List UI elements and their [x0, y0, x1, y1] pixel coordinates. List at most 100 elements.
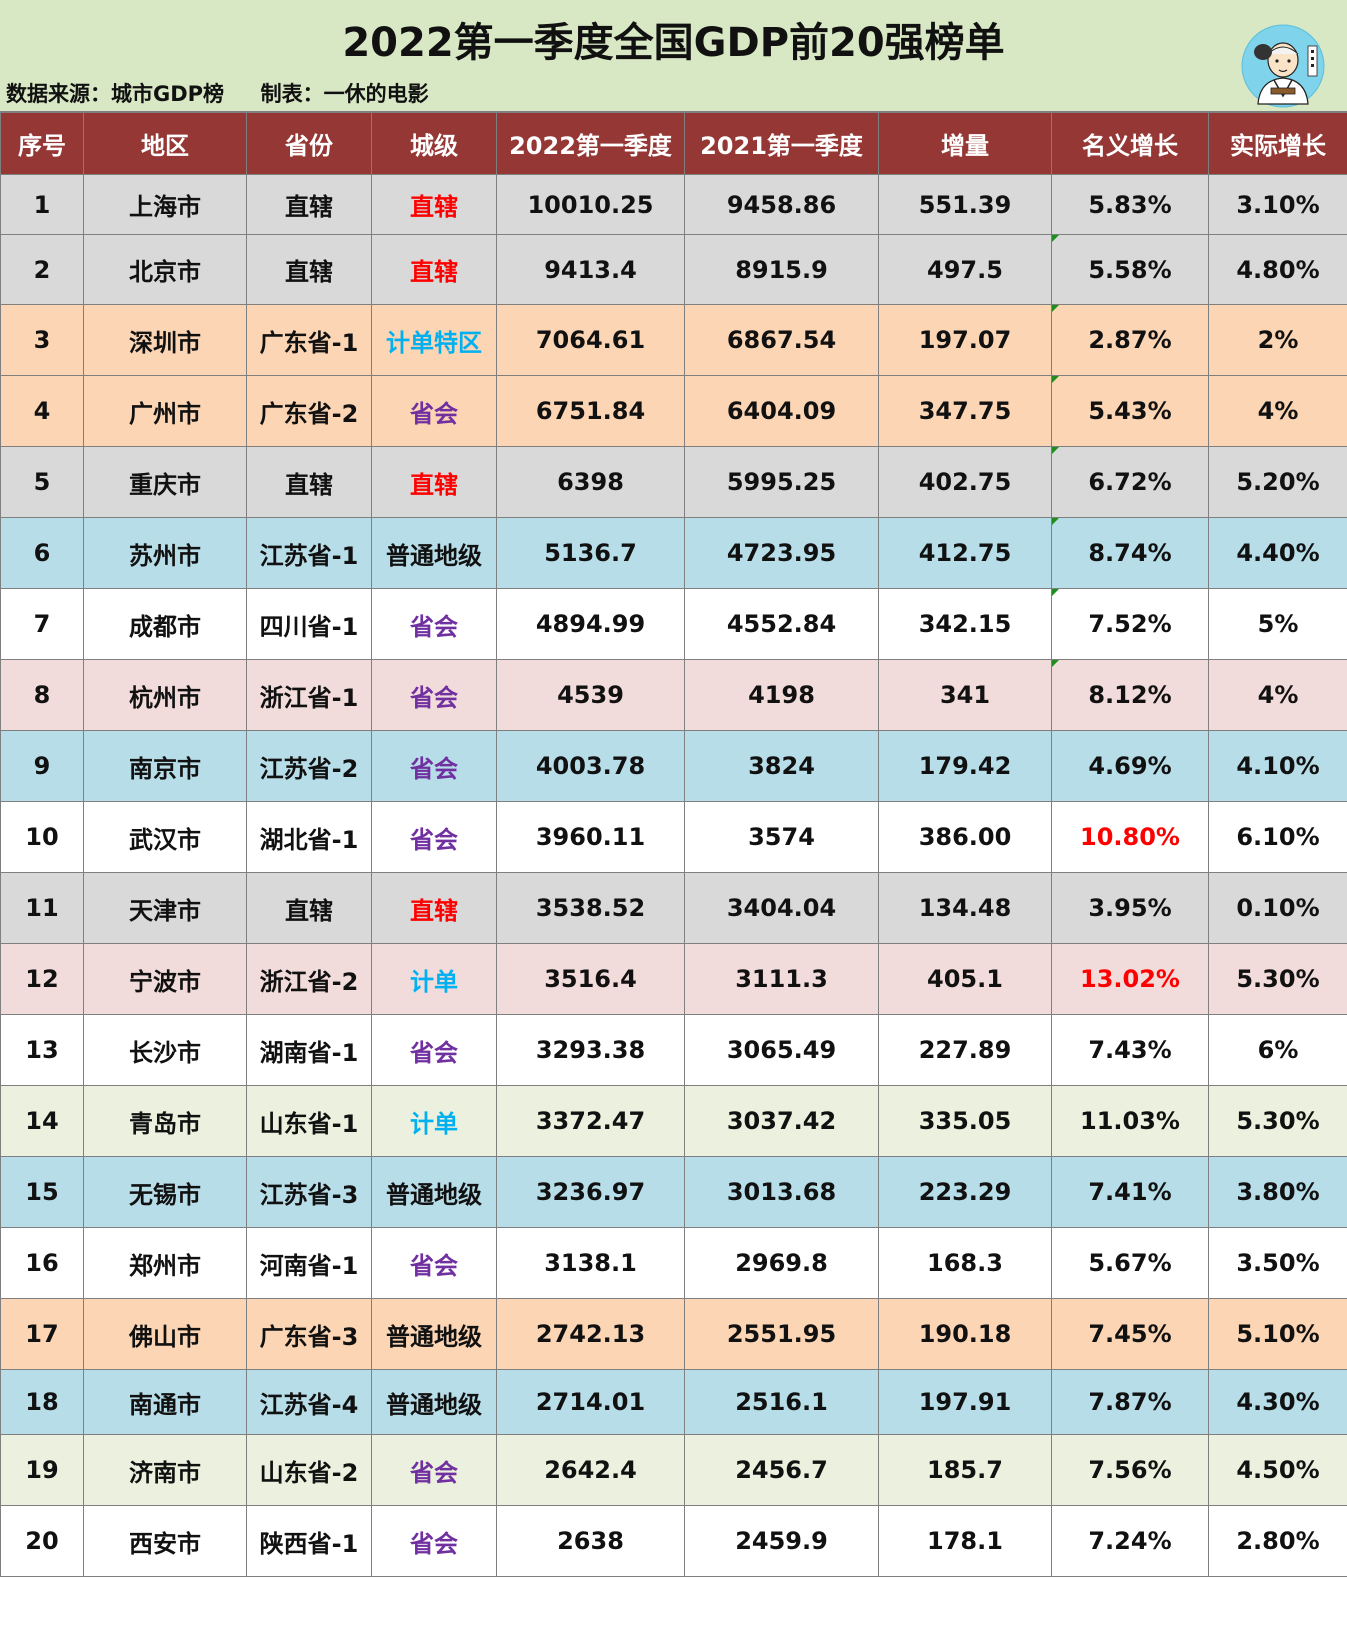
cell-rank[interactable]: 15 — [0, 1156, 84, 1228]
cell-province[interactable]: 浙江省-1 — [246, 659, 372, 731]
cell-gdp-2021[interactable]: 3037.42 — [684, 1085, 879, 1157]
cell-increase[interactable]: 405.1 — [878, 943, 1052, 1015]
cell-gdp-2021[interactable]: 8915.9 — [684, 234, 879, 305]
cell-tier[interactable]: 省会 — [371, 730, 497, 802]
cell-gdp-2021[interactable]: 3574 — [684, 801, 879, 873]
cell-province[interactable]: 江苏省-4 — [246, 1369, 372, 1435]
cell-increase[interactable]: 197.07 — [878, 304, 1052, 376]
cell-gdp-2022[interactable]: 10010.25 — [496, 174, 685, 235]
cell-region[interactable]: 宁波市 — [83, 943, 247, 1015]
cell-region[interactable]: 上海市 — [83, 174, 247, 235]
cell-gdp-2022[interactable]: 2742.13 — [496, 1298, 685, 1370]
cell-province[interactable]: 山东省-1 — [246, 1085, 372, 1157]
cell-rank[interactable]: 7 — [0, 588, 84, 660]
cell-gdp-2021[interactable]: 5995.25 — [684, 446, 879, 518]
cell-province[interactable]: 直辖 — [246, 234, 372, 305]
cell-gdp-2021[interactable]: 4552.84 — [684, 588, 879, 660]
cell-increase[interactable]: 497.5 — [878, 234, 1052, 305]
cell-region[interactable]: 南京市 — [83, 730, 247, 802]
cell-increase[interactable]: 223.29 — [878, 1156, 1052, 1228]
cell-increase[interactable]: 134.48 — [878, 872, 1052, 944]
cell-gdp-2022[interactable]: 7064.61 — [496, 304, 685, 376]
cell-gdp-2021[interactable]: 2551.95 — [684, 1298, 879, 1370]
cell-region[interactable]: 南通市 — [83, 1369, 247, 1435]
cell-tier[interactable]: 省会 — [371, 1227, 497, 1299]
cell-tier[interactable]: 普通地级 — [371, 1369, 497, 1435]
cell-real-growth[interactable]: 4.80% — [1208, 234, 1347, 305]
cell-increase[interactable]: 341 — [878, 659, 1052, 731]
cell-rank[interactable]: 1 — [0, 174, 84, 235]
cell-region[interactable]: 无锡市 — [83, 1156, 247, 1228]
cell-nominal-growth[interactable]: 4.69% — [1051, 730, 1209, 802]
cell-province[interactable]: 四川省-1 — [246, 588, 372, 660]
cell-gdp-2022[interactable]: 2642.4 — [496, 1434, 685, 1506]
cell-rank[interactable]: 8 — [0, 659, 84, 731]
cell-gdp-2021[interactable]: 3404.04 — [684, 872, 879, 944]
cell-rank[interactable]: 14 — [0, 1085, 84, 1157]
cell-nominal-growth[interactable]: 7.56% — [1051, 1434, 1209, 1506]
cell-region[interactable]: 佛山市 — [83, 1298, 247, 1370]
cell-nominal-growth[interactable]: 7.45% — [1051, 1298, 1209, 1370]
cell-rank[interactable]: 18 — [0, 1369, 84, 1435]
cell-rank[interactable]: 17 — [0, 1298, 84, 1370]
cell-nominal-growth[interactable]: 3.95% — [1051, 872, 1209, 944]
cell-gdp-2021[interactable]: 6404.09 — [684, 375, 879, 447]
cell-tier[interactable]: 计单 — [371, 1085, 497, 1157]
cell-province[interactable]: 江苏省-2 — [246, 730, 372, 802]
cell-gdp-2021[interactable]: 6867.54 — [684, 304, 879, 376]
cell-nominal-growth[interactable]: 11.03% — [1051, 1085, 1209, 1157]
cell-tier[interactable]: 计单 — [371, 943, 497, 1015]
cell-province[interactable]: 广东省-2 — [246, 375, 372, 447]
cell-real-growth[interactable]: 4.10% — [1208, 730, 1347, 802]
cell-real-growth[interactable]: 4% — [1208, 659, 1347, 731]
cell-increase[interactable]: 551.39 — [878, 174, 1052, 235]
cell-gdp-2022[interactable]: 2638 — [496, 1505, 685, 1577]
cell-gdp-2022[interactable]: 3236.97 — [496, 1156, 685, 1228]
cell-gdp-2022[interactable]: 2714.01 — [496, 1369, 685, 1435]
cell-tier[interactable]: 省会 — [371, 1434, 497, 1506]
cell-gdp-2022[interactable]: 3372.47 — [496, 1085, 685, 1157]
cell-nominal-growth[interactable]: 5.83% — [1051, 174, 1209, 235]
cell-nominal-growth[interactable]: 7.43% — [1051, 1014, 1209, 1086]
cell-gdp-2022[interactable]: 3138.1 — [496, 1227, 685, 1299]
cell-nominal-growth[interactable]: 7.52% — [1051, 588, 1209, 660]
cell-province[interactable]: 陕西省-1 — [246, 1505, 372, 1577]
cell-gdp-2022[interactable]: 5136.7 — [496, 517, 685, 589]
cell-increase[interactable]: 168.3 — [878, 1227, 1052, 1299]
cell-gdp-2021[interactable]: 4198 — [684, 659, 879, 731]
cell-real-growth[interactable]: 5.30% — [1208, 1085, 1347, 1157]
cell-rank[interactable]: 5 — [0, 446, 84, 518]
cell-gdp-2021[interactable]: 3111.3 — [684, 943, 879, 1015]
cell-tier[interactable]: 直辖 — [371, 174, 497, 235]
cell-nominal-growth[interactable]: 6.72% — [1051, 446, 1209, 518]
cell-gdp-2022[interactable]: 3960.11 — [496, 801, 685, 873]
cell-nominal-growth[interactable]: 2.87% — [1051, 304, 1209, 376]
cell-region[interactable]: 成都市 — [83, 588, 247, 660]
cell-real-growth[interactable]: 6.10% — [1208, 801, 1347, 873]
cell-real-growth[interactable]: 4% — [1208, 375, 1347, 447]
cell-rank[interactable]: 19 — [0, 1434, 84, 1506]
cell-province[interactable]: 浙江省-2 — [246, 943, 372, 1015]
cell-rank[interactable]: 6 — [0, 517, 84, 589]
cell-gdp-2022[interactable]: 9413.4 — [496, 234, 685, 305]
cell-gdp-2021[interactable]: 3013.68 — [684, 1156, 879, 1228]
cell-region[interactable]: 长沙市 — [83, 1014, 247, 1086]
cell-region[interactable]: 北京市 — [83, 234, 247, 305]
cell-real-growth[interactable]: 3.10% — [1208, 174, 1347, 235]
cell-tier[interactable]: 普通地级 — [371, 517, 497, 589]
cell-tier[interactable]: 省会 — [371, 375, 497, 447]
cell-tier[interactable]: 直辖 — [371, 234, 497, 305]
cell-increase[interactable]: 335.05 — [878, 1085, 1052, 1157]
cell-gdp-2021[interactable]: 4723.95 — [684, 517, 879, 589]
cell-increase[interactable]: 190.18 — [878, 1298, 1052, 1370]
cell-rank[interactable]: 9 — [0, 730, 84, 802]
cell-tier[interactable]: 省会 — [371, 1505, 497, 1577]
cell-real-growth[interactable]: 4.40% — [1208, 517, 1347, 589]
cell-tier[interactable]: 省会 — [371, 1014, 497, 1086]
cell-province[interactable]: 河南省-1 — [246, 1227, 372, 1299]
cell-real-growth[interactable]: 5.20% — [1208, 446, 1347, 518]
cell-tier[interactable]: 省会 — [371, 659, 497, 731]
cell-rank[interactable]: 11 — [0, 872, 84, 944]
cell-region[interactable]: 杭州市 — [83, 659, 247, 731]
cell-increase[interactable]: 178.1 — [878, 1505, 1052, 1577]
